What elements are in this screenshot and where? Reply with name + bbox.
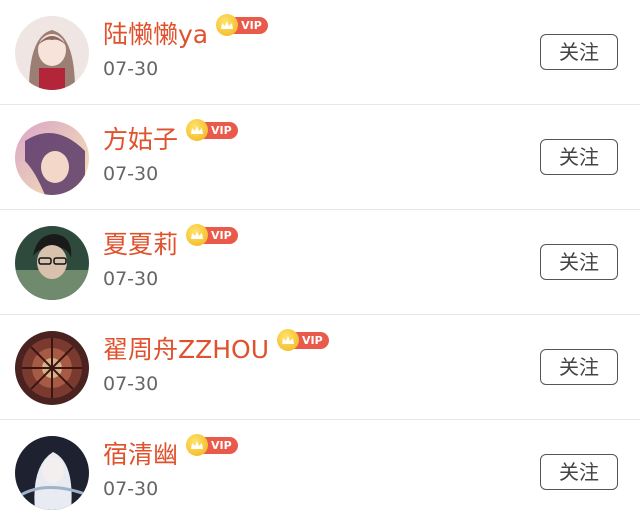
avatar[interactable] — [15, 121, 89, 195]
follow-button[interactable]: 关注 — [540, 454, 618, 490]
follow-list: 陆懒懒ya VIP 07-30 关注 方姑子 VIP 07-30 关注 夏夏莉 … — [0, 0, 640, 525]
vip-badge: VIP — [186, 434, 238, 456]
name-line: 夏夏莉 VIP — [103, 224, 238, 262]
username[interactable]: 宿清幽 — [103, 438, 178, 472]
list-item[interactable]: 宿清幽 VIP 07-30 关注 — [0, 420, 640, 525]
name-line: 方姑子 VIP — [103, 119, 238, 157]
follow-date: 07-30 — [103, 268, 159, 290]
avatar-image — [15, 16, 89, 90]
username[interactable]: 方姑子 — [103, 123, 178, 157]
list-item[interactable]: 方姑子 VIP 07-30 关注 — [0, 105, 640, 210]
avatar-image — [15, 121, 89, 195]
avatar[interactable] — [15, 226, 89, 300]
username[interactable]: 陆懒懒ya — [103, 18, 208, 52]
follow-date: 07-30 — [103, 58, 159, 80]
crown-icon — [277, 329, 300, 351]
avatar-image — [15, 226, 89, 300]
follow-button[interactable]: 关注 — [540, 244, 618, 280]
avatar-image — [15, 436, 89, 510]
vip-badge: VIP — [216, 14, 268, 36]
list-item[interactable]: 翟周舟ZZHOU VIP 07-30 关注 — [0, 315, 640, 420]
avatar[interactable] — [15, 16, 89, 90]
crown-icon — [216, 14, 239, 36]
follow-button[interactable]: 关注 — [540, 34, 618, 70]
name-line: 宿清幽 VIP — [103, 434, 238, 472]
avatar[interactable] — [15, 436, 89, 510]
name-line: 陆懒懒ya VIP — [103, 14, 268, 52]
follow-button[interactable]: 关注 — [540, 139, 618, 175]
follow-date: 07-30 — [103, 163, 159, 185]
vip-badge: VIP — [186, 224, 238, 246]
avatar[interactable] — [15, 331, 89, 405]
follow-date: 07-30 — [103, 478, 159, 500]
name-line: 翟周舟ZZHOU VIP — [103, 329, 329, 367]
follow-button[interactable]: 关注 — [540, 349, 618, 385]
crown-icon — [186, 119, 209, 141]
list-item[interactable]: 夏夏莉 VIP 07-30 关注 — [0, 210, 640, 315]
vip-badge: VIP — [186, 119, 238, 141]
avatar-image — [15, 331, 89, 405]
crown-icon — [186, 434, 209, 456]
crown-icon — [186, 224, 209, 246]
username[interactable]: 翟周舟ZZHOU — [103, 333, 269, 367]
list-item[interactable]: 陆懒懒ya VIP 07-30 关注 — [0, 0, 640, 105]
follow-date: 07-30 — [103, 373, 159, 395]
username[interactable]: 夏夏莉 — [103, 228, 178, 262]
vip-badge: VIP — [277, 329, 329, 351]
